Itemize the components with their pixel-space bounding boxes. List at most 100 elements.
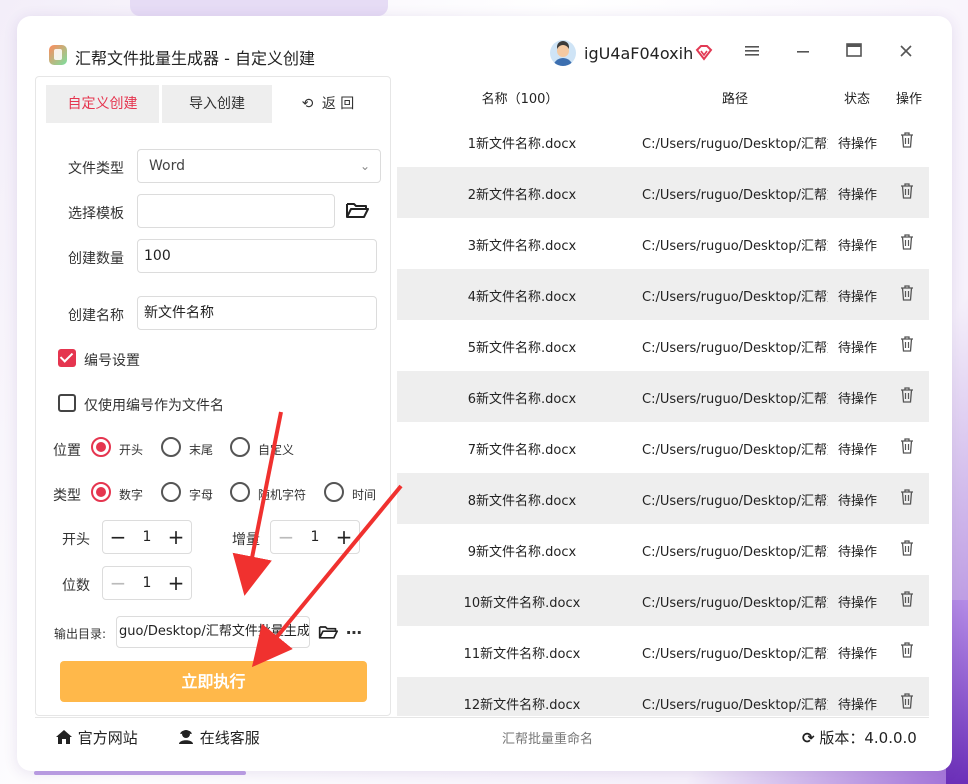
- delete-trash-icon[interactable]: [900, 183, 914, 199]
- start-increment-button[interactable]: +: [163, 521, 189, 553]
- table-row[interactable]: 7新文件名称.docx C:/Users/ruguo/Desktop/汇帮文 待操作: [397, 422, 929, 473]
- digits-decrement-button[interactable]: −: [105, 567, 131, 599]
- version-info[interactable]: ⟳ 版本：4.0.0.0: [802, 727, 917, 748]
- footer-bar: 官方网站 在线客服 汇帮批量重命名 ⟳ 版本：4.0.0.0: [35, 717, 929, 753]
- table-header: 名称（100） 路径 状态 操作: [397, 76, 929, 116]
- tab-custom-create[interactable]: 自定义创建: [46, 85, 159, 123]
- status-cell: 待操作: [838, 137, 878, 152]
- maximize-icon[interactable]: [843, 42, 865, 64]
- only-number-checkbox[interactable]: [58, 394, 76, 412]
- table-row[interactable]: 10新文件名称.docx C:/Users/ruguo/Desktop/汇帮文 待操…: [397, 575, 929, 626]
- digits-increment-button[interactable]: +: [163, 567, 189, 599]
- more-options-icon[interactable]: ⋯: [346, 623, 366, 642]
- count-input[interactable]: 100: [137, 239, 377, 273]
- table-row[interactable]: 4新文件名称.docx C:/Users/ruguo/Desktop/汇帮文 待操作: [397, 269, 929, 320]
- delete-trash-icon[interactable]: [900, 540, 914, 556]
- type-radio-random[interactable]: [230, 482, 250, 502]
- minimize-icon[interactable]: [792, 42, 814, 64]
- official-website-link[interactable]: 官方网站: [55, 727, 138, 748]
- execute-button[interactable]: 立即执行: [60, 661, 367, 702]
- delete-trash-icon[interactable]: [900, 285, 914, 301]
- file-name-cell: 1新文件名称.docx: [467, 137, 577, 152]
- increment-label: 增量: [232, 532, 260, 548]
- close-icon[interactable]: [895, 42, 917, 64]
- increment-stepper: − 1 +: [270, 520, 360, 554]
- increment-value[interactable]: 1: [305, 521, 325, 553]
- table-row[interactable]: 5新文件名称.docx C:/Users/ruguo/Desktop/汇帮文 待操作: [397, 320, 929, 371]
- table-row[interactable]: 3新文件名称.docx C:/Users/ruguo/Desktop/汇帮文 待操作: [397, 218, 929, 269]
- start-value[interactable]: 1: [137, 521, 157, 553]
- type-radio-letter[interactable]: [161, 482, 181, 502]
- back-button[interactable]: ⟲ 返 回: [278, 85, 378, 123]
- file-path-cell: C:/Users/ruguo/Desktop/汇帮文: [642, 290, 828, 305]
- column-header-action: 操作: [895, 92, 922, 107]
- file-name-cell: 3新文件名称.docx: [467, 239, 577, 254]
- increment-increment-button[interactable]: +: [331, 521, 357, 553]
- file-name-cell: 6新文件名称.docx: [467, 392, 577, 407]
- output-dir-label: 输出目录:: [54, 627, 107, 641]
- increment-decrement-button[interactable]: −: [273, 521, 299, 553]
- output-folder-icon[interactable]: [318, 623, 338, 641]
- digits-stepper: − 1 +: [102, 566, 192, 600]
- delete-trash-icon[interactable]: [900, 642, 914, 658]
- file-path-cell: C:/Users/ruguo/Desktop/汇帮文: [642, 647, 828, 662]
- title-bar: 汇帮文件批量生成器 - 自定义创建 igU4aF04oxih: [17, 16, 952, 76]
- vip-diamond-icon[interactable]: [694, 43, 714, 63]
- tab-bar: 自定义创建 导入创建 ⟲ 返 回: [46, 85, 382, 123]
- position-option-custom: 自定义: [258, 443, 295, 457]
- column-header-name: 名称（100）: [481, 92, 559, 107]
- file-type-select[interactable]: Word ⌄: [137, 149, 381, 183]
- position-radio-start[interactable]: [91, 437, 111, 457]
- table-row[interactable]: 8新文件名称.docx C:/Users/ruguo/Desktop/汇帮文 待操作: [397, 473, 929, 524]
- position-label: 位置: [53, 443, 81, 459]
- delete-trash-icon[interactable]: [900, 489, 914, 505]
- file-path-cell: C:/Users/ruguo/Desktop/汇帮文: [642, 341, 828, 356]
- type-radio-number[interactable]: [91, 482, 111, 502]
- position-radio-custom[interactable]: [230, 437, 250, 457]
- version-label: 版本：4.0.0.0: [819, 729, 917, 747]
- table-row[interactable]: 9新文件名称.docx C:/Users/ruguo/Desktop/汇帮文 待操作: [397, 524, 929, 575]
- delete-trash-icon[interactable]: [900, 591, 914, 607]
- status-cell: 待操作: [838, 290, 878, 305]
- status-cell: 待操作: [838, 647, 878, 662]
- user-avatar[interactable]: [550, 40, 576, 66]
- folder-open-icon[interactable]: [345, 200, 369, 220]
- numbering-checkbox[interactable]: [58, 349, 76, 367]
- template-input[interactable]: [137, 194, 335, 228]
- online-support-link[interactable]: 在线客服: [177, 727, 260, 748]
- menu-icon[interactable]: [741, 42, 763, 64]
- status-cell: 待操作: [838, 596, 878, 611]
- position-option-end: 末尾: [189, 443, 214, 457]
- file-path-cell: C:/Users/ruguo/Desktop/汇帮文: [642, 545, 828, 560]
- delete-trash-icon[interactable]: [900, 387, 914, 403]
- name-input[interactable]: 新文件名称: [137, 296, 377, 330]
- file-type-label: 文件类型: [68, 161, 124, 177]
- table-row[interactable]: 12新文件名称.docx C:/Users/ruguo/Desktop/汇帮文 待操…: [397, 677, 929, 716]
- table-row[interactable]: 1新文件名称.docx C:/Users/ruguo/Desktop/汇帮文 待操作: [397, 116, 929, 167]
- start-decrement-button[interactable]: −: [105, 521, 131, 553]
- chevron-down-icon: ⌄: [359, 159, 370, 173]
- start-label: 开头: [62, 532, 90, 548]
- delete-trash-icon[interactable]: [900, 336, 914, 352]
- output-dir-input[interactable]: guo/Desktop/汇帮文件批量生成器: [116, 616, 310, 648]
- status-cell: 待操作: [838, 239, 878, 254]
- file-type-value: Word: [149, 158, 185, 174]
- table-row[interactable]: 2新文件名称.docx C:/Users/ruguo/Desktop/汇帮文 待操作: [397, 167, 929, 218]
- delete-trash-icon[interactable]: [900, 438, 914, 454]
- status-cell: 待操作: [838, 698, 878, 713]
- delete-trash-icon[interactable]: [900, 234, 914, 250]
- digits-value[interactable]: 1: [137, 567, 157, 599]
- delete-trash-icon[interactable]: [900, 693, 914, 709]
- type-radio-time[interactable]: [324, 482, 344, 502]
- table-row[interactable]: 11新文件名称.docx C:/Users/ruguo/Desktop/汇帮文 待操…: [397, 626, 929, 677]
- table-row[interactable]: 6新文件名称.docx C:/Users/ruguo/Desktop/汇帮文 待操作: [397, 371, 929, 422]
- status-cell: 待操作: [838, 341, 878, 356]
- tab-import-create[interactable]: 导入创建: [162, 85, 272, 123]
- file-path-cell: C:/Users/ruguo/Desktop/汇帮文: [642, 443, 828, 458]
- type-label: 类型: [53, 488, 81, 504]
- username[interactable]: igU4aF04oxih: [584, 44, 693, 63]
- start-stepper: − 1 +: [102, 520, 192, 554]
- delete-trash-icon[interactable]: [900, 132, 914, 148]
- file-path-cell: C:/Users/ruguo/Desktop/汇帮文: [642, 239, 828, 254]
- position-radio-end[interactable]: [161, 437, 181, 457]
